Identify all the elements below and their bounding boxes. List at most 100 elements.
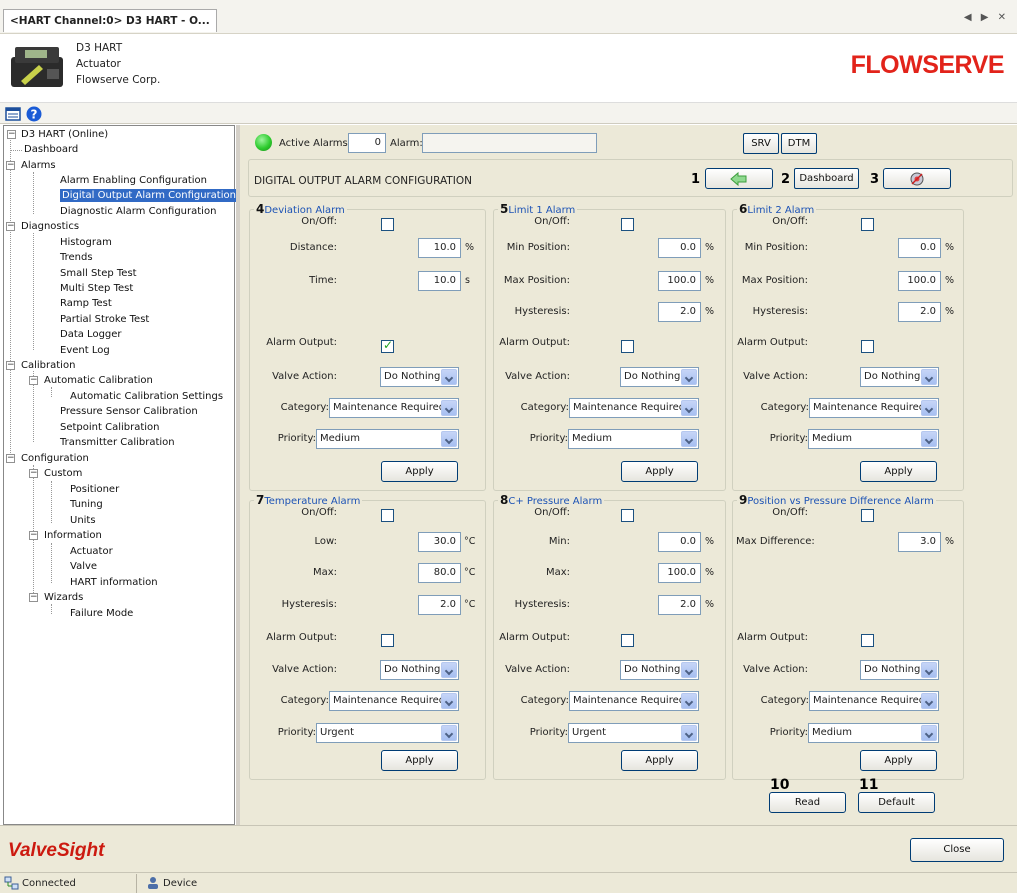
cplus-apply-button[interactable]: Apply: [621, 750, 698, 771]
tree-item-trends[interactable]: Trends: [60, 251, 93, 264]
tree-item-alarms[interactable]: Alarms: [21, 159, 56, 172]
tree-item-positioner[interactable]: Positioner: [70, 483, 119, 496]
limit2-priority-select[interactable]: Medium: [808, 429, 939, 449]
tree-collapse-auto-calibration[interactable]: −: [29, 376, 38, 385]
tree-item-setpoint-cal[interactable]: Setpoint Calibration: [60, 421, 160, 434]
srv-button[interactable]: SRV: [743, 133, 779, 154]
close-button[interactable]: Close: [910, 838, 1004, 862]
limit1-valve-action-select[interactable]: Do Nothing: [620, 367, 699, 387]
tree-item-hart-information[interactable]: HART information: [70, 576, 158, 589]
tree-item-calibration[interactable]: Calibration: [21, 359, 75, 372]
limit1-max-position-input[interactable]: 100.0: [658, 271, 701, 291]
limit1-alarm-output-checkbox[interactable]: [621, 340, 634, 353]
dashboard-button[interactable]: Dashboard: [794, 168, 859, 189]
settings-button[interactable]: [883, 168, 951, 189]
help-icon[interactable]: ?: [26, 106, 42, 122]
tree-item-wizards[interactable]: Wizards: [44, 591, 83, 604]
tree-item-pressure-sensor-cal[interactable]: Pressure Sensor Calibration: [60, 405, 198, 418]
temperature-apply-button[interactable]: Apply: [381, 750, 458, 771]
deviation-category-select[interactable]: Maintenance Required: [329, 398, 459, 418]
posvspress-priority-select[interactable]: Medium: [808, 723, 939, 743]
tree-item-diagnostics[interactable]: Diagnostics: [21, 220, 79, 233]
limit2-hysteresis-input[interactable]: 2.0: [898, 302, 941, 322]
tree-collapse-configuration[interactable]: −: [6, 454, 15, 463]
cplus-min-input[interactable]: 0.0: [658, 532, 701, 552]
cplus-onoff-checkbox[interactable]: [621, 509, 634, 522]
limit2-alarm-output-checkbox[interactable]: [861, 340, 874, 353]
posvspress-valve-action-select[interactable]: Do Nothing: [860, 660, 939, 680]
read-button[interactable]: Read: [769, 792, 846, 813]
tree-item-configuration[interactable]: Configuration: [21, 452, 89, 465]
default-button[interactable]: Default: [858, 792, 935, 813]
tree-item-custom[interactable]: Custom: [44, 467, 82, 480]
posvspress-onoff-checkbox[interactable]: [861, 509, 874, 522]
deviation-priority-select[interactable]: Medium: [316, 429, 459, 449]
temperature-alarm-output-checkbox[interactable]: [381, 634, 394, 647]
temperature-valve-action-select[interactable]: Do Nothing: [380, 660, 459, 680]
cplus-alarm-output-checkbox[interactable]: [621, 634, 634, 647]
tree-collapse-diagnostics[interactable]: −: [6, 222, 15, 231]
limit2-apply-button[interactable]: Apply: [860, 461, 937, 482]
tree-item-units[interactable]: Units: [70, 514, 96, 527]
cplus-valve-action-select[interactable]: Do Nothing: [620, 660, 699, 680]
tree-item-information[interactable]: Information: [44, 529, 102, 542]
tree-item-diagnostic-alarm[interactable]: Diagnostic Alarm Configuration: [60, 205, 216, 218]
deviation-apply-button[interactable]: Apply: [381, 461, 458, 482]
limit1-hysteresis-input[interactable]: 2.0: [658, 302, 701, 322]
limit2-category-select[interactable]: Maintenance Required: [809, 398, 939, 418]
tree-item-multi-step-test[interactable]: Multi Step Test: [60, 282, 133, 295]
limit1-apply-button[interactable]: Apply: [621, 461, 698, 482]
temperature-max-input[interactable]: 80.0: [418, 563, 461, 583]
tree-collapse-calibration[interactable]: −: [6, 361, 15, 370]
tree-item-failure-mode[interactable]: Failure Mode: [70, 607, 133, 620]
dtm-button[interactable]: DTM: [781, 133, 817, 154]
posvspress-max-difference-input[interactable]: 3.0: [898, 532, 941, 552]
document-tab[interactable]: <HART Channel:0> D3 HART - O...: [3, 9, 217, 32]
temperature-priority-select[interactable]: Urgent: [316, 723, 459, 743]
limit2-onoff-checkbox[interactable]: [861, 218, 874, 231]
deviation-onoff-checkbox[interactable]: [381, 218, 394, 231]
tree-item-transmitter-cal[interactable]: Transmitter Calibration: [60, 436, 175, 449]
back-button[interactable]: [705, 168, 773, 189]
cplus-max-input[interactable]: 100.0: [658, 563, 701, 583]
tree-item-dashboard[interactable]: Dashboard: [24, 143, 78, 156]
tree-item-partial-stroke-test[interactable]: Partial Stroke Test: [60, 313, 149, 326]
deviation-alarm-output-checkbox[interactable]: [381, 338, 394, 353]
deviation-valve-action-select[interactable]: Do Nothing: [380, 367, 459, 387]
tree-item-tuning[interactable]: Tuning: [70, 498, 103, 511]
limit1-priority-select[interactable]: Medium: [568, 429, 699, 449]
deviation-distance-input[interactable]: 10.0: [418, 238, 461, 258]
tree-item-event-log[interactable]: Event Log: [60, 344, 110, 357]
tree-item-digital-output-alarm[interactable]: Digital Output Alarm Configuration: [60, 189, 238, 202]
limit1-category-select[interactable]: Maintenance Required: [569, 398, 699, 418]
cplus-category-select[interactable]: Maintenance Required: [569, 691, 699, 711]
posvspress-apply-button[interactable]: Apply: [860, 750, 937, 771]
tree-item-ramp-test[interactable]: Ramp Test: [60, 297, 112, 310]
posvspress-category-select[interactable]: Maintenance Required: [809, 691, 939, 711]
window-icon[interactable]: [5, 106, 21, 122]
tree-collapse-alarms[interactable]: −: [6, 161, 15, 170]
cplus-priority-select[interactable]: Urgent: [568, 723, 699, 743]
posvspress-alarm-output-checkbox[interactable]: [861, 634, 874, 647]
temperature-category-select[interactable]: Maintenance Required: [329, 691, 459, 711]
limit2-min-position-input[interactable]: 0.0: [898, 238, 941, 258]
tree-item-small-step-test[interactable]: Small Step Test: [60, 267, 137, 280]
tree-item-valve[interactable]: Valve: [70, 560, 97, 573]
tree-item-histogram[interactable]: Histogram: [60, 236, 112, 249]
tree-collapse-information[interactable]: −: [29, 531, 38, 540]
tree-item-root[interactable]: D3 HART (Online): [21, 128, 108, 141]
limit1-min-position-input[interactable]: 0.0: [658, 238, 701, 258]
tree-item-alarm-enabling[interactable]: Alarm Enabling Configuration: [60, 174, 207, 187]
deviation-time-input[interactable]: 10.0: [418, 271, 461, 291]
tree-collapse-custom[interactable]: −: [29, 469, 38, 478]
temperature-low-input[interactable]: 30.0: [418, 532, 461, 552]
limit1-onoff-checkbox[interactable]: [621, 218, 634, 231]
tree-item-auto-cal-settings[interactable]: Automatic Calibration Settings: [70, 390, 223, 403]
tree-collapse-root[interactable]: −: [7, 130, 16, 139]
tree-item-data-logger[interactable]: Data Logger: [60, 328, 122, 341]
tree-item-actuator[interactable]: Actuator: [70, 545, 113, 558]
limit2-valve-action-select[interactable]: Do Nothing: [860, 367, 939, 387]
tree-collapse-wizards[interactable]: −: [29, 593, 38, 602]
tree-item-automatic-calibration[interactable]: Automatic Calibration: [44, 374, 153, 387]
limit2-max-position-input[interactable]: 100.0: [898, 271, 941, 291]
